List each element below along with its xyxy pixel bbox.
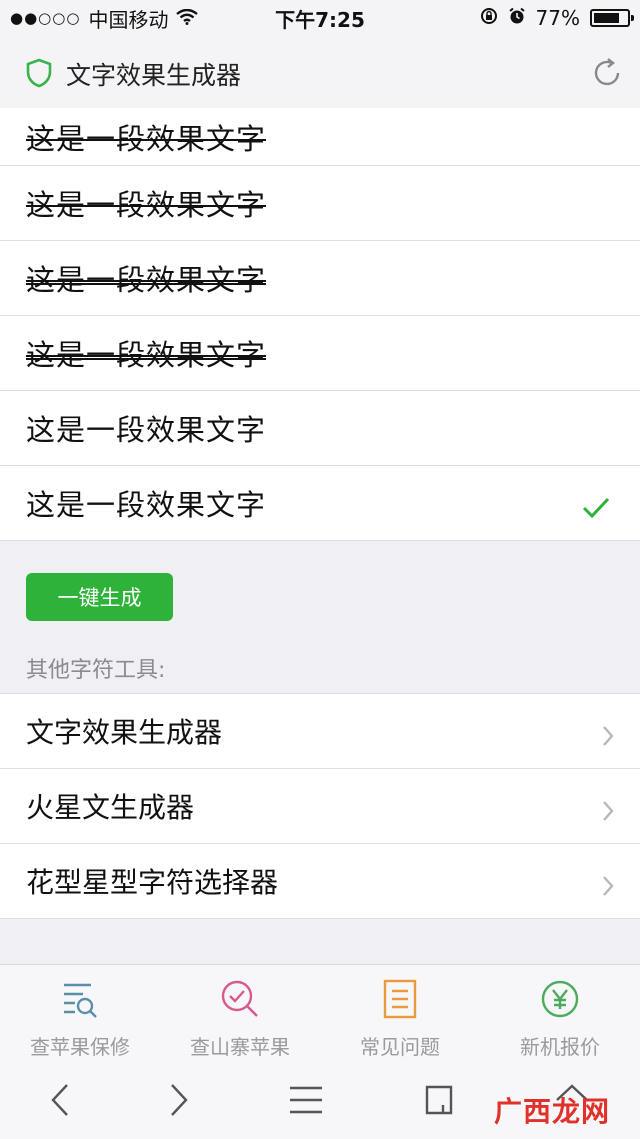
alarm-icon — [508, 6, 526, 30]
shield-icon — [26, 58, 52, 92]
effect-row-1[interactable]: 这是一段效果文字 — [0, 108, 640, 166]
tab-faq[interactable]: 常见问题 — [320, 965, 480, 1064]
menu-icon[interactable] — [288, 1085, 324, 1119]
tools-list: 文字效果生成器 火星文生成器 花型星型字符选择器 — [0, 693, 640, 919]
battery-icon — [590, 9, 634, 27]
status-right: 77% — [480, 6, 634, 30]
rotation-lock-icon — [480, 6, 498, 30]
status-bar: ●●○○○ 中国移动 下午7:25 77% — [0, 0, 640, 36]
effect-row-5[interactable]: 这是一段效果文字 — [0, 391, 640, 466]
effect-text: 这是一段效果文字 — [26, 121, 267, 156]
tool-label: 文字效果生成器 — [26, 716, 223, 749]
tab-warranty-check[interactable]: 查苹果保修 — [0, 965, 160, 1064]
effect-row-4[interactable]: 这是一段效果文字 — [0, 316, 640, 391]
tab-bar: 查苹果保修 查山寨苹果 常见问题 新机报价 — [0, 964, 640, 1064]
refresh-icon[interactable] — [590, 56, 624, 94]
effect-text: 这是一段效果文字 — [26, 188, 267, 222]
tab-fake-check[interactable]: 查山寨苹果 — [160, 965, 320, 1064]
tab-label: 查山寨苹果 — [190, 1035, 290, 1059]
effect-row-2[interactable]: 这是一段效果文字 — [0, 166, 640, 241]
tab-label: 查苹果保修 — [30, 1035, 130, 1059]
battery-fill — [594, 13, 619, 23]
app-header: 文字效果生成器 — [0, 36, 640, 108]
tool-item-text-effect[interactable]: 文字效果生成器 — [0, 694, 640, 769]
effect-text: 这是一段效果文字 — [26, 488, 267, 522]
generate-button[interactable]: 一键生成 — [26, 573, 173, 621]
effect-text: 这是一段效果文字 — [26, 263, 267, 297]
tool-item-mars-text[interactable]: 火星文生成器 — [0, 769, 640, 844]
back-icon[interactable] — [50, 1083, 70, 1121]
battery-percent: 77% — [535, 6, 580, 30]
effect-list: 这是一段效果文字 这是一段效果文字 这是一段效果文字 这是一段效果文字 这是一段… — [0, 108, 640, 541]
effect-row-3[interactable]: 这是一段效果文字 — [0, 241, 640, 316]
tab-label: 常见问题 — [360, 1035, 440, 1059]
check-icon — [582, 492, 610, 526]
document-icon — [383, 979, 417, 1023]
chevron-right-icon — [602, 721, 614, 754]
effect-text: 这是一段效果文字 — [26, 413, 267, 447]
section-label: 其他字符工具: — [26, 658, 166, 683]
list-search-icon — [61, 979, 99, 1023]
chevron-right-icon — [602, 796, 614, 829]
tabs-icon[interactable] — [423, 1083, 455, 1121]
watermark: 广西龙网 — [493, 1095, 610, 1128]
effect-row-6[interactable]: 这是一段效果文字 — [0, 466, 640, 541]
tab-new-price[interactable]: 新机报价 — [480, 965, 640, 1064]
tab-label: 新机报价 — [520, 1035, 600, 1059]
magnify-check-icon — [220, 979, 260, 1023]
yen-icon — [540, 979, 580, 1023]
page-title: 文字效果生成器 — [66, 61, 242, 90]
effect-text: 这是一段效果文字 — [26, 338, 267, 372]
tool-label: 火星文生成器 — [26, 791, 195, 824]
tool-item-symbol-picker[interactable]: 花型星型字符选择器 — [0, 844, 640, 919]
forward-icon[interactable] — [169, 1083, 189, 1121]
chevron-right-icon — [602, 871, 614, 904]
tool-label: 花型星型字符选择器 — [26, 866, 279, 899]
